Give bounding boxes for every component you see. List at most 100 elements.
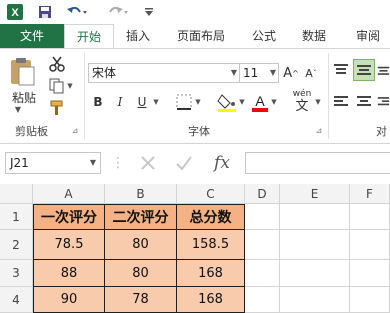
spreadsheet-grid: A B C D E F 1 2 3 4 一次评分 二次评分 总分数 78.5 8…	[0, 184, 390, 313]
select-all-corner[interactable]	[0, 184, 33, 204]
align-center-icon[interactable]	[355, 93, 373, 111]
clipboard-dialog-launcher-icon[interactable]: ⊿	[70, 125, 80, 135]
tab-page-layout[interactable]: 页面布局	[168, 24, 234, 48]
customize-toolbar-icon[interactable]	[142, 3, 156, 21]
format-painter-icon[interactable]	[48, 99, 66, 117]
paste-icon[interactable]	[6, 55, 38, 89]
cut-icon[interactable]	[48, 55, 66, 73]
copy-dropdown-icon[interactable]: ▼	[66, 81, 74, 91]
tab-data[interactable]: 数据	[292, 24, 336, 48]
save-icon[interactable]	[36, 3, 54, 21]
cell-c1[interactable]: 总分数	[177, 204, 245, 230]
copy-icon[interactable]	[48, 77, 66, 95]
row-header-4[interactable]: 4	[0, 287, 33, 313]
cancel-icon[interactable]	[136, 152, 160, 174]
align-middle-icon[interactable]	[353, 59, 375, 81]
cell-d4[interactable]	[245, 287, 280, 313]
cell-d2[interactable]	[245, 230, 280, 260]
phonetic-label: wén	[292, 89, 312, 99]
cell-c4[interactable]: 168	[177, 287, 245, 313]
ribbon: 粘贴 ▼ ▼ 剪贴板 ⊿ 宋体 ▼ 11 ▼ A ^ Aˇ B I U ▼ ▼ ▼…	[0, 48, 390, 144]
paste-dropdown-icon[interactable]: ▼	[8, 103, 28, 115]
clipboard-group-label: 剪贴板	[15, 125, 48, 138]
increase-font-size-icon[interactable]: A ^	[282, 63, 300, 83]
borders-dropdown-icon[interactable]: ▼	[194, 95, 202, 109]
name-box[interactable]: J21 ▼	[5, 152, 101, 174]
tab-review[interactable]: 审阅	[346, 24, 390, 48]
cell-b3[interactable]: 80	[105, 260, 177, 287]
svg-text:X: X	[11, 7, 19, 19]
font-color-icon[interactable]: A	[250, 91, 270, 113]
tab-insert[interactable]: 插入	[118, 24, 158, 48]
cell-e2[interactable]	[280, 230, 350, 260]
cell-f3[interactable]	[350, 260, 390, 287]
column-header-f[interactable]: F	[350, 184, 390, 204]
font-name-value: 宋体	[92, 66, 117, 80]
cell-c2[interactable]: 158.5	[177, 230, 245, 260]
italic-button[interactable]: I	[112, 93, 128, 111]
chevron-down-icon: ▼	[230, 68, 237, 77]
column-header-d[interactable]: D	[245, 184, 280, 204]
column-header-a[interactable]: A	[33, 184, 105, 204]
column-header-b[interactable]: B	[105, 184, 177, 204]
cell-f2[interactable]	[350, 230, 390, 260]
row-header-1[interactable]: 1	[0, 204, 33, 230]
align-left-icon[interactable]	[332, 93, 350, 111]
font-name-dropdown[interactable]: 宋体 ▼	[88, 63, 240, 83]
more-options-icon[interactable]: ⋮	[111, 152, 125, 174]
group-separator	[84, 53, 85, 139]
font-size-dropdown[interactable]: 11 ▼	[239, 63, 279, 83]
column-header-c[interactable]: C	[177, 184, 245, 204]
cell-e3[interactable]	[280, 260, 350, 287]
underline-dropdown-icon[interactable]: ▼	[152, 95, 160, 109]
alignment-group-label: 对	[376, 125, 387, 138]
bold-button[interactable]: B	[90, 93, 106, 111]
font-group-label: 字体	[188, 125, 210, 138]
chevron-down-icon: ▼	[89, 158, 96, 167]
tab-file[interactable]: 文件	[0, 24, 64, 48]
column-header-e[interactable]: E	[280, 184, 350, 204]
cell-a3[interactable]: 88	[33, 260, 105, 287]
font-dialog-launcher-icon[interactable]: ⊿	[314, 125, 324, 135]
cell-a1[interactable]: 一次评分	[33, 204, 105, 230]
cell-a2[interactable]: 78.5	[33, 230, 105, 260]
cell-a4[interactable]: 90	[33, 287, 105, 313]
cell-e1[interactable]	[280, 204, 350, 230]
fill-color-icon[interactable]	[216, 91, 238, 113]
formula-input[interactable]	[245, 152, 390, 174]
name-box-value: J21	[10, 156, 29, 170]
underline-button[interactable]: U	[134, 93, 150, 111]
align-bottom-icon[interactable]	[377, 61, 390, 79]
row-header-3[interactable]: 3	[0, 260, 33, 287]
cell-b1[interactable]: 二次评分	[105, 204, 177, 230]
phonetic-dropdown-icon[interactable]: ▼	[314, 95, 322, 109]
insert-function-icon[interactable]: fx	[208, 150, 236, 176]
row-header-2[interactable]: 2	[0, 230, 33, 260]
redo-icon[interactable]	[104, 3, 130, 21]
cell-d3[interactable]	[245, 260, 280, 287]
chevron-down-icon: ▼	[269, 68, 276, 77]
cell-d1[interactable]	[245, 204, 280, 230]
enter-icon[interactable]	[172, 152, 196, 174]
phonetic-guide-icon[interactable]: wén 文	[290, 89, 314, 115]
decrease-font-size-icon[interactable]: Aˇ	[302, 63, 320, 83]
fill-color-dropdown-icon[interactable]: ▼	[238, 95, 246, 109]
cell-b2[interactable]: 80	[105, 230, 177, 260]
cell-c3[interactable]: 168	[177, 260, 245, 287]
borders-icon[interactable]	[174, 93, 194, 111]
group-separator	[328, 53, 329, 139]
tab-home[interactable]: 开始	[64, 24, 114, 49]
svg-text:A: A	[255, 93, 265, 109]
align-top-icon[interactable]	[332, 61, 350, 79]
align-right-icon[interactable]	[377, 93, 390, 111]
quick-access-toolbar: X	[0, 0, 390, 24]
formula-bar: J21 ▼ ⋮ fx	[0, 144, 390, 184]
font-color-dropdown-icon[interactable]: ▼	[270, 95, 278, 109]
font-size-value: 11	[243, 66, 259, 80]
undo-icon[interactable]	[64, 3, 90, 21]
cell-b4[interactable]: 78	[105, 287, 177, 313]
cell-f4[interactable]	[350, 287, 390, 313]
cell-f1[interactable]	[350, 204, 390, 230]
tab-formulas[interactable]: 公式	[244, 24, 284, 48]
cell-e4[interactable]	[280, 287, 350, 313]
